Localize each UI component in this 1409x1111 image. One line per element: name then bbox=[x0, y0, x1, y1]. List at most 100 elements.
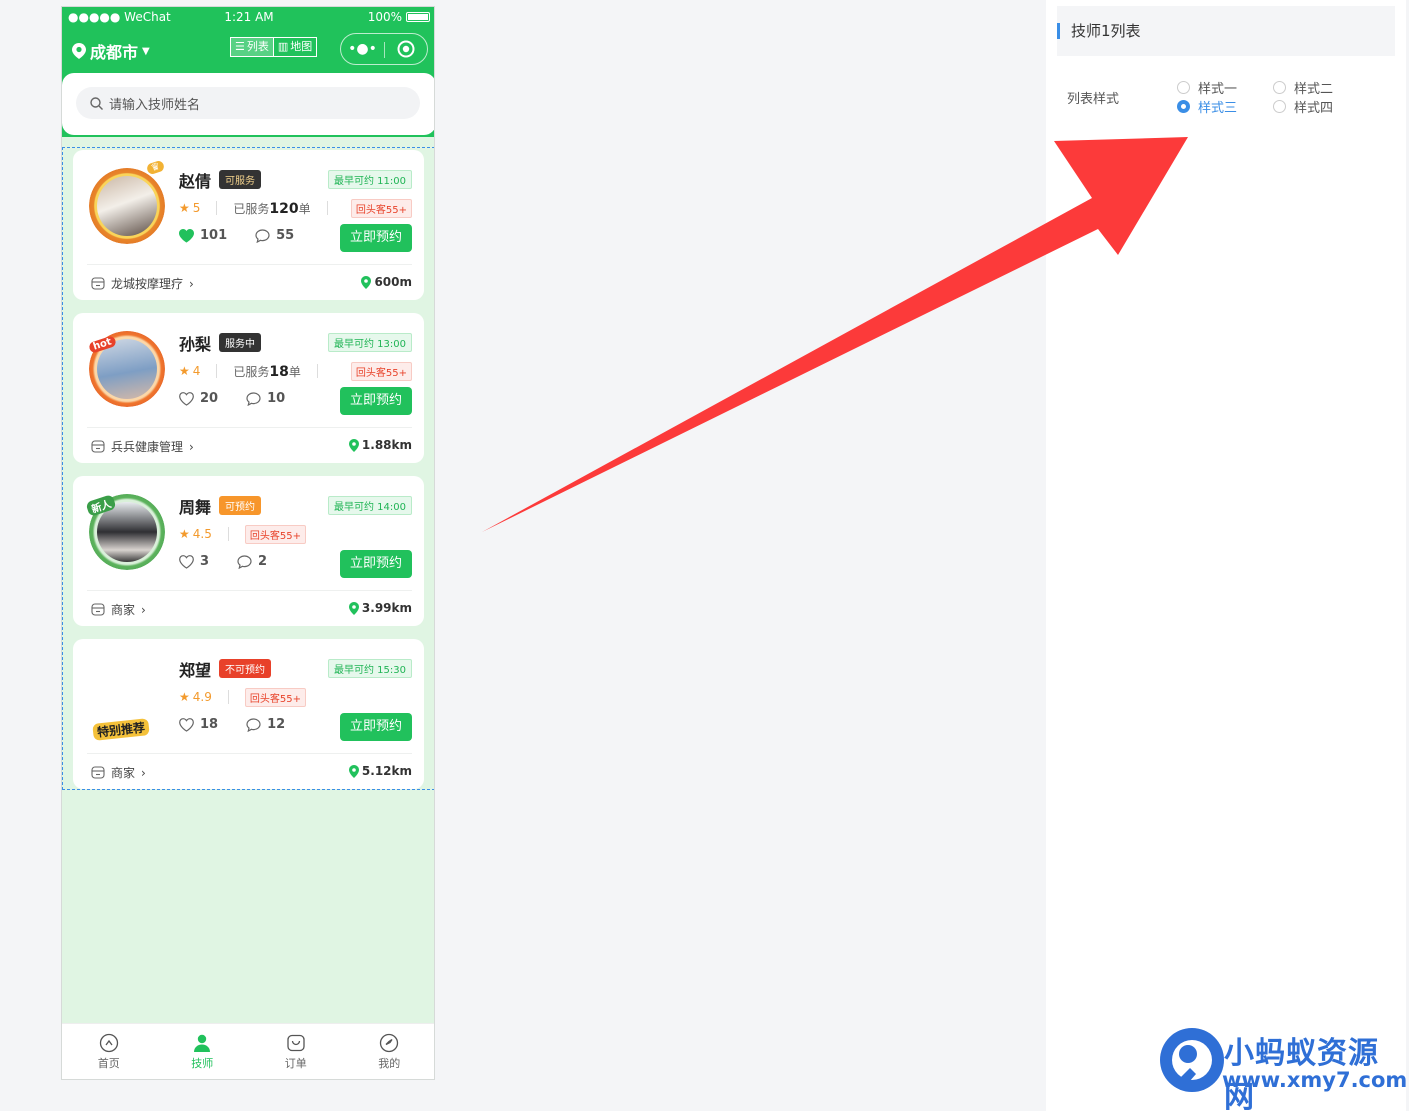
book-now-button[interactable]: 立即预约 bbox=[340, 387, 412, 415]
distance: 3.99km bbox=[348, 601, 412, 615]
comments-count: 55 bbox=[276, 228, 295, 243]
heart-outline-icon[interactable] bbox=[179, 717, 194, 732]
technician-card[interactable]: ♛ 赵倩 可服务 最早可约 11:00 ★ 5 已服务120单 回头客55+ 10… bbox=[73, 150, 424, 300]
miniprogram-capsule: •●• bbox=[340, 33, 428, 65]
panel-title: 技师1列表 bbox=[1057, 6, 1395, 56]
city-selector[interactable]: 成都市 ▼ bbox=[72, 39, 150, 63]
likes-count: 3 bbox=[200, 554, 210, 569]
book-now-button[interactable]: 立即预约 bbox=[340, 224, 412, 252]
distance: 600m bbox=[361, 275, 412, 289]
comment-icon[interactable] bbox=[255, 228, 270, 243]
battery-percent: 100% bbox=[367, 10, 402, 24]
status-bar: ●●●●● WeChat 1:21 AM 100% bbox=[62, 7, 434, 27]
shop-link[interactable]: 商家 › bbox=[91, 764, 146, 781]
shop-link[interactable]: 兵兵健康管理 › bbox=[91, 438, 194, 455]
tech-name: 孙梨 bbox=[179, 335, 212, 354]
city-name: 成都市 bbox=[90, 43, 139, 62]
shop-link[interactable]: 龙城按摩理疗 › bbox=[91, 275, 194, 292]
tab-map[interactable]: ▥ 地图 bbox=[272, 38, 316, 56]
chevron-right-icon: › bbox=[141, 765, 146, 780]
returnee-badge: 回头客55+ bbox=[350, 198, 412, 218]
comments-count: 12 bbox=[267, 717, 286, 732]
radio-circle-icon bbox=[1273, 81, 1286, 94]
battery-icon bbox=[406, 12, 430, 22]
rating: 4.9 bbox=[192, 690, 212, 704]
chevron-right-icon: › bbox=[141, 602, 146, 617]
tab-home-label: 首页 bbox=[97, 1056, 120, 1070]
radio-style-4-label: 样式四 bbox=[1294, 101, 1334, 116]
likes-count: 101 bbox=[200, 228, 228, 243]
avatar bbox=[89, 168, 165, 244]
view-toggle: ☰ 列表 ▥ 地图 bbox=[230, 37, 318, 57]
list-style-label: 列表样式 bbox=[1067, 92, 1120, 107]
tab-map-label: 地图 bbox=[290, 40, 313, 53]
watermark: 小蚂蚁资源网 www.xmy7.com bbox=[1156, 1022, 1407, 1111]
heart-filled-icon[interactable] bbox=[179, 228, 194, 243]
location-pin-icon bbox=[348, 764, 359, 778]
caret-down-icon: ▼ bbox=[142, 45, 150, 57]
radio-style-4[interactable]: 样式四 bbox=[1273, 97, 1333, 116]
star-icon: ★ bbox=[179, 201, 190, 215]
social-row: 20 10 bbox=[179, 391, 285, 406]
tech-name: 周舞 bbox=[179, 498, 212, 517]
shop-link[interactable]: 商家 › bbox=[91, 601, 146, 618]
close-target-icon[interactable] bbox=[384, 40, 427, 58]
technician-card[interactable]: hot 孙梨 服务中 最早可约 13:00 ★ 4 已服务18单 回头客55+ 2… bbox=[73, 313, 424, 463]
tab-home[interactable]: 首页 bbox=[62, 1024, 156, 1079]
heart-outline-icon[interactable] bbox=[179, 554, 194, 569]
comments-count: 10 bbox=[267, 391, 286, 406]
earliest-time: 最早可约 15:30 bbox=[328, 659, 412, 678]
battery-status: 100% bbox=[368, 10, 430, 24]
nav-bar: 成都市 ▼ ☰ 列表 ▥ 地图 •●• bbox=[62, 33, 434, 65]
likes-count: 20 bbox=[200, 391, 219, 406]
status-badge: 服务中 bbox=[219, 333, 261, 352]
phone-preview: ●●●●● WeChat 1:21 AM 100% 成都市 ▼ ☰ 列表 ▥ 地图 … bbox=[61, 6, 435, 1080]
stats-row: ★ 4 已服务18单 回头客55+ bbox=[179, 361, 412, 381]
location-pin-icon bbox=[348, 438, 359, 452]
search-placeholder: 请输入技师姓名 bbox=[109, 97, 201, 113]
radio-style-1[interactable]: 样式一 bbox=[1177, 78, 1237, 97]
radio-style-3[interactable]: 样式三 bbox=[1177, 97, 1237, 116]
comment-icon[interactable] bbox=[237, 554, 252, 569]
tab-technician-label: 技师 bbox=[191, 1056, 214, 1070]
rating: 4 bbox=[192, 364, 201, 378]
served-count: 已服务120单 bbox=[233, 200, 311, 217]
list-icon: ☰ bbox=[235, 40, 245, 53]
comments-count: 2 bbox=[258, 554, 268, 569]
technician-card[interactable]: 特别推荐 郑望 不可预约 最早可约 15:30 ★ 4.9 回头客55+ 18 1… bbox=[73, 639, 424, 789]
search-icon bbox=[90, 96, 103, 110]
search-input[interactable]: 请输入技师姓名 bbox=[76, 87, 420, 119]
heart-outline-icon[interactable] bbox=[179, 391, 194, 406]
status-badge: 可服务 bbox=[219, 170, 261, 189]
tab-mine[interactable]: 我的 bbox=[343, 1024, 435, 1079]
location-pin-icon bbox=[348, 601, 359, 615]
shop-name: 商家 bbox=[111, 603, 136, 617]
comment-icon[interactable] bbox=[246, 391, 261, 406]
tab-orders[interactable]: 订单 bbox=[249, 1024, 343, 1079]
radio-style-2-label: 样式二 bbox=[1294, 82, 1334, 97]
book-now-button[interactable]: 立即预约 bbox=[340, 713, 412, 741]
tab-list[interactable]: ☰ 列表 bbox=[231, 38, 273, 56]
tab-technician[interactable]: 技师 bbox=[156, 1024, 250, 1079]
status-badge: 可预约 bbox=[219, 496, 261, 515]
more-menu-icon[interactable]: •●• bbox=[341, 41, 384, 57]
radio-circle-icon bbox=[1177, 81, 1190, 94]
bottom-tab-bar: 首页 技师 订单 我的 bbox=[62, 1023, 435, 1079]
tech-name: 郑望 bbox=[179, 661, 212, 680]
returnee-badge: 回头客55+ bbox=[244, 687, 306, 707]
social-row: 3 2 bbox=[179, 554, 267, 569]
tech-name: 赵倩 bbox=[179, 172, 212, 191]
served-count: 已服务18单 bbox=[233, 363, 301, 380]
rating: 4.5 bbox=[192, 527, 212, 541]
shop-name: 龙城按摩理疗 bbox=[111, 277, 184, 291]
distance-value: 3.99km bbox=[361, 601, 412, 615]
settings-panel: 技师1列表 列表样式 样式一 样式二 样式三 样式四 bbox=[1046, 0, 1406, 1111]
earliest-time: 最早可约 11:00 bbox=[328, 170, 412, 189]
earliest-time: 最早可约 14:00 bbox=[328, 496, 412, 515]
stats-row: ★ 5 已服务120单 回头客55+ bbox=[179, 198, 412, 218]
book-now-button[interactable]: 立即预约 bbox=[340, 550, 412, 578]
radio-style-2[interactable]: 样式二 bbox=[1273, 78, 1333, 97]
comment-icon[interactable] bbox=[246, 717, 261, 732]
returnee-badge: 回头客55+ bbox=[244, 524, 306, 544]
technician-card[interactable]: 新人 周舞 可预约 最早可约 14:00 ★ 4.5 回头客55+ 3 2 立即预… bbox=[73, 476, 424, 626]
